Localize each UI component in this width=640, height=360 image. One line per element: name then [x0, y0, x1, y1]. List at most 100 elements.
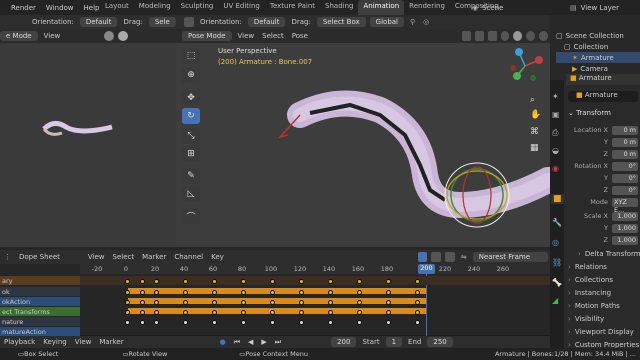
keyframe-marker[interactable]	[183, 279, 188, 284]
keyframe-marker[interactable]	[241, 310, 246, 315]
scale-z-field[interactable]: 1.000	[612, 236, 638, 245]
keyframe-marker[interactable]	[386, 310, 391, 315]
keyframe-marker[interactable]	[241, 279, 246, 284]
channel-object-transforms[interactable]: ect Transforms	[0, 307, 80, 316]
location-y-field[interactable]: 0 m	[612, 138, 638, 147]
cursor-tool-button[interactable]: ⊕	[182, 67, 200, 83]
keyframe-marker[interactable]	[328, 320, 333, 325]
cursor-tool-icon[interactable]	[184, 17, 194, 27]
record-button[interactable]: ●	[216, 338, 230, 346]
tab-layout[interactable]: Layout	[100, 0, 134, 15]
dope-sheet-editor-icon[interactable]: ⋮	[0, 253, 15, 261]
scale-x-field[interactable]: 1.000	[612, 212, 638, 221]
menu-render[interactable]: Render	[6, 4, 41, 12]
keyframe-marker[interactable]	[386, 290, 391, 295]
keyframe-marker[interactable]	[357, 310, 362, 315]
bone-tool-button[interactable]: ⌒	[182, 208, 200, 224]
channel-summary[interactable]: ary	[0, 276, 80, 285]
keyframe-marker[interactable]	[386, 300, 391, 305]
keyframe-marker[interactable]	[212, 290, 217, 295]
viewport-display-section[interactable]: Viewport Display	[568, 326, 640, 338]
keyframe-marker[interactable]	[299, 300, 304, 305]
keyframe-marker[interactable]	[183, 320, 188, 325]
transform-section-header[interactable]: ⌄ Transform	[568, 109, 611, 117]
world-props-icon[interactable]: ◉	[552, 164, 559, 173]
tab-texture-paint[interactable]: Texture Paint	[265, 0, 320, 15]
play-button[interactable]: ▶	[257, 338, 270, 346]
keyframe-marker[interactable]	[328, 279, 333, 284]
keyframe-marker[interactable]	[154, 290, 159, 295]
channel-armature[interactable]: nature	[0, 317, 80, 326]
rotation-mode-dropdown[interactable]: XYZ E...	[612, 198, 638, 214]
keyframe-marker[interactable]	[299, 320, 304, 325]
rotation-z-field[interactable]: 0°	[612, 186, 638, 195]
keyframe-marker[interactable]	[139, 290, 145, 295]
playback-menu[interactable]: Playback	[0, 338, 39, 346]
move-tool-button[interactable]: ✥	[182, 90, 200, 106]
keyframe-marker[interactable]	[154, 300, 159, 305]
location-x-field[interactable]: 0 m	[612, 126, 638, 135]
main-view-menu[interactable]: View	[234, 32, 259, 40]
jump-start-button[interactable]: ⏮	[230, 338, 244, 347]
collections-section[interactable]: Collections	[568, 274, 640, 286]
tab-modeling[interactable]: Modeling	[134, 0, 176, 15]
keyframe-marker[interactable]	[357, 300, 362, 305]
shading-wire-icon[interactable]	[500, 31, 510, 41]
dope-select-menu[interactable]: Select	[109, 253, 139, 261]
current-frame-field[interactable]: 200	[331, 337, 357, 347]
only-selected-icon[interactable]	[417, 252, 428, 262]
rotation-x-field[interactable]: 0°	[612, 162, 638, 171]
visibility-icon[interactable]	[461, 31, 471, 41]
keyframe-marker[interactable]	[386, 320, 391, 325]
keyframe-marker[interactable]	[415, 320, 420, 325]
snap-mode-dropdown[interactable]: Nearest Frame	[472, 252, 549, 262]
shading-rendered-main-icon[interactable]	[539, 31, 548, 41]
channel-armature-action[interactable]: matureAction	[0, 327, 80, 336]
outliner-scene-collection[interactable]: ▢ Scene Collection	[556, 30, 640, 41]
tab-shading[interactable]: Shading	[320, 0, 358, 15]
perspective-icon[interactable]: ▦	[530, 143, 539, 153]
keyframe-marker[interactable]	[125, 290, 130, 295]
outliner-camera[interactable]: ▶ Camera	[556, 63, 640, 74]
keyframe-marker[interactable]	[212, 310, 217, 315]
navigation-gizmo[interactable]	[505, 46, 545, 86]
keyframe-marker[interactable]	[357, 320, 362, 325]
instancing-section[interactable]: Instancing	[568, 287, 640, 299]
measure-tool-button[interactable]: ◺	[182, 186, 200, 202]
left-drag-dropdown[interactable]: Sele	[148, 17, 176, 27]
dope-marker-menu[interactable]: Marker	[138, 253, 170, 261]
pose-mode-dropdown[interactable]: Pose Mode	[182, 31, 232, 41]
keyframe-marker[interactable]	[299, 279, 304, 284]
keyframe-marker[interactable]	[241, 320, 246, 325]
shading-solid-main-icon[interactable]	[513, 31, 523, 41]
zoom-icon[interactable]: ⌕	[530, 95, 535, 105]
transform-tool-button[interactable]: ⊞	[182, 146, 200, 162]
snap-icon[interactable]: ⚲	[406, 18, 419, 26]
keyframe-marker[interactable]	[415, 300, 420, 305]
annotate-tool-button[interactable]: ✎	[182, 168, 200, 184]
keyframe-marker[interactable]	[415, 279, 420, 284]
bone-props-icon[interactable]: ◢	[552, 296, 558, 305]
keyframe-marker[interactable]	[415, 290, 420, 295]
render-props-icon[interactable]: ▣	[552, 110, 560, 119]
start-frame-field[interactable]: 1	[385, 337, 403, 347]
main-drag-dropdown[interactable]: Select Box	[316, 17, 366, 27]
location-z-field[interactable]: 0 m	[612, 150, 638, 159]
left-view-menu[interactable]: View	[40, 32, 65, 40]
overlays-icon[interactable]	[474, 31, 484, 41]
keyframe-marker[interactable]	[270, 279, 275, 284]
keyframe-marker[interactable]	[328, 310, 333, 315]
play-reverse-button[interactable]: ◀	[244, 338, 257, 346]
shading-material-main-icon[interactable]	[526, 31, 536, 41]
footer-view-menu[interactable]: View	[71, 338, 96, 346]
keyframe-marker[interactable]	[328, 300, 333, 305]
channel-object[interactable]: ok	[0, 287, 80, 296]
show-hidden-icon[interactable]	[431, 252, 442, 262]
scene-props-icon[interactable]: ◒	[552, 146, 559, 155]
rotate-tool-button[interactable]: ↻	[182, 108, 200, 124]
left-mode-dropdown[interactable]: e Mode	[0, 31, 38, 41]
tool-props-icon[interactable]: ✦	[552, 92, 559, 101]
keying-menu[interactable]: Keying	[39, 338, 71, 346]
output-props-icon[interactable]: ⎙	[552, 128, 558, 138]
keyframe-marker[interactable]	[183, 290, 188, 295]
